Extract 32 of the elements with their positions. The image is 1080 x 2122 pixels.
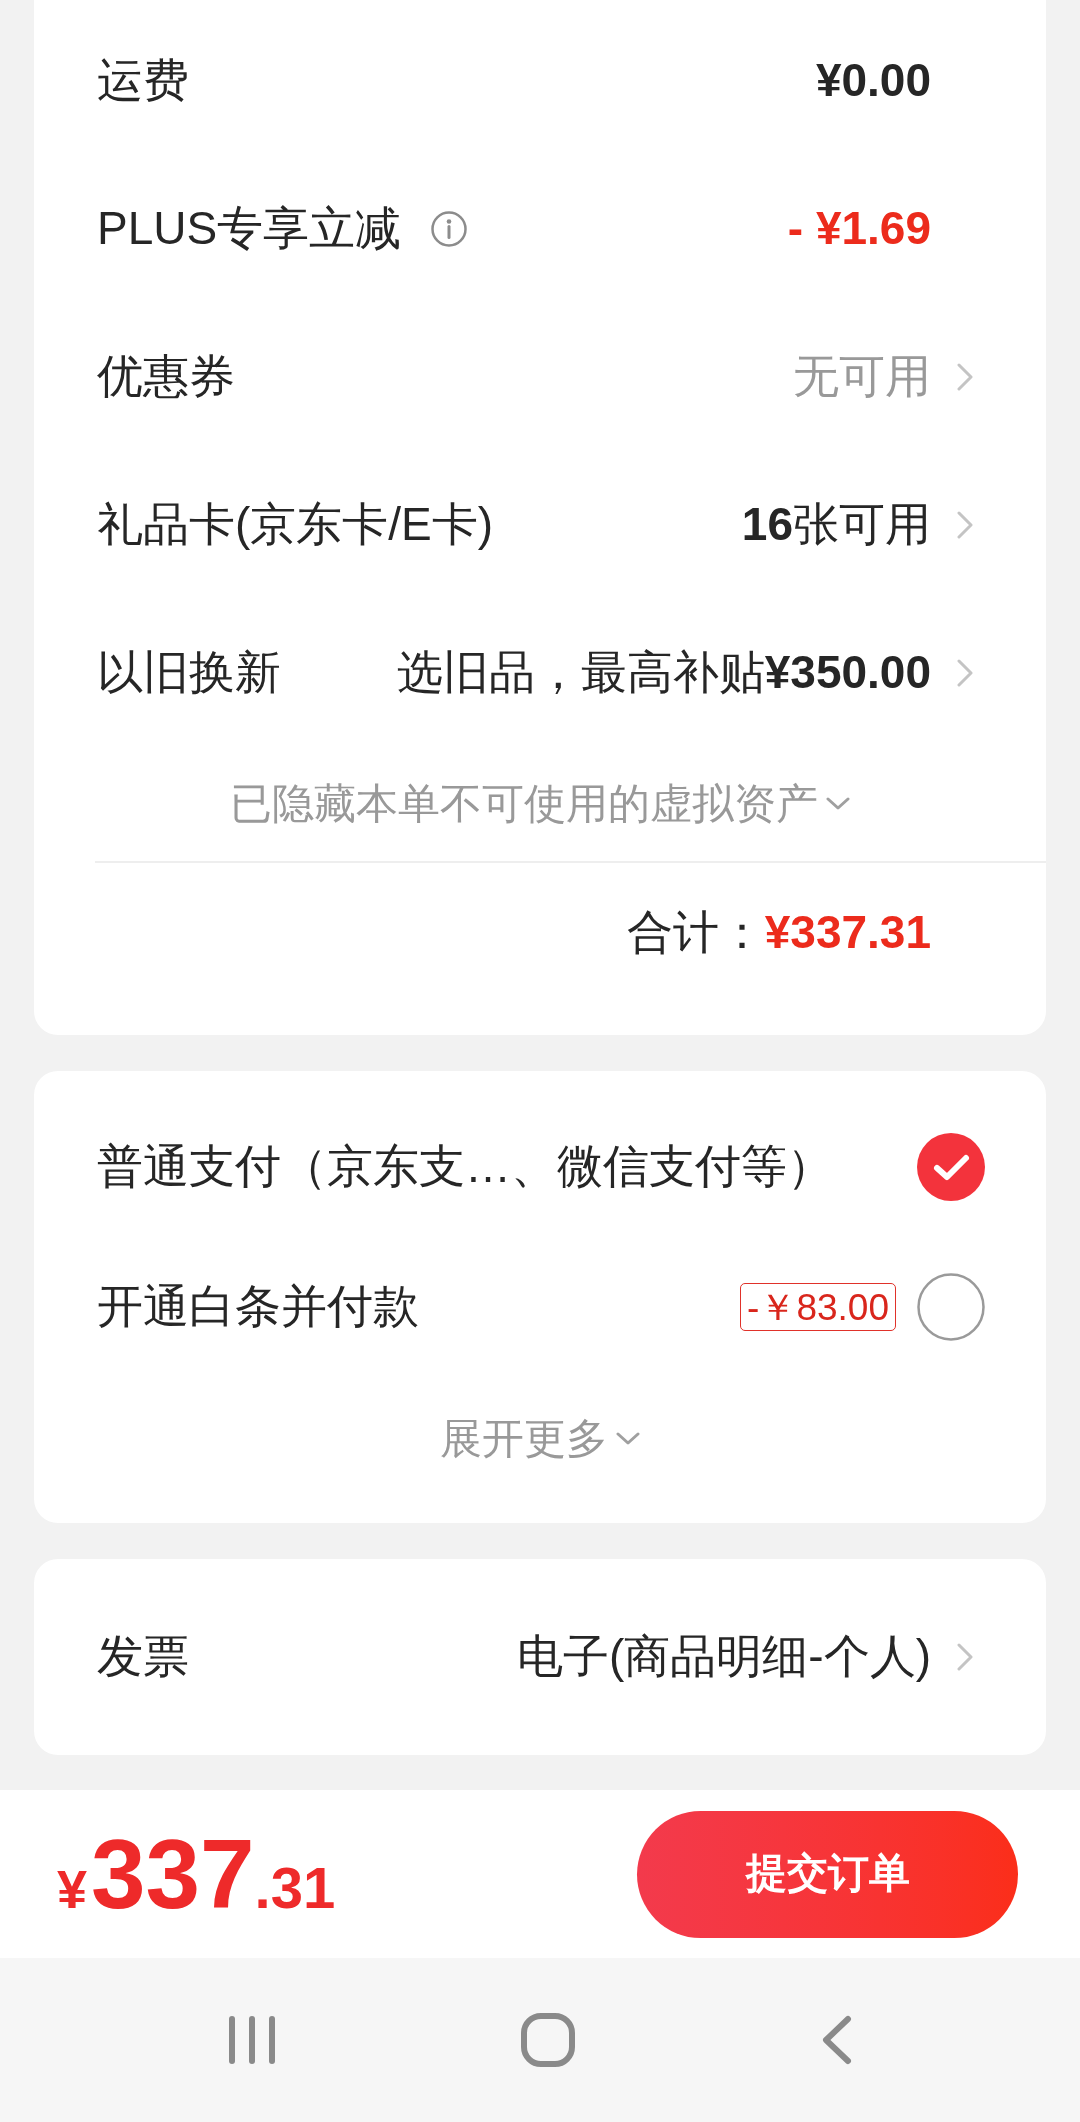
chevron-right-icon[interactable] <box>957 363 973 391</box>
submit-order-button[interactable]: 提交订单 <box>637 1810 1018 1938</box>
payment-option-label[interactable]: 普通支付（京东支…、微信支付等） <box>97 1139 833 1195</box>
chevron-down-icon[interactable] <box>616 1432 640 1446</box>
info-icon[interactable] <box>431 211 468 247</box>
row-value: - ¥1.69 <box>787 201 931 257</box>
row-value: ¥0.00 <box>815 53 931 109</box>
chevron-down-icon[interactable] <box>826 797 850 811</box>
total-label: 合计： <box>626 905 765 961</box>
row-value: 16张可用 <box>741 497 931 553</box>
home-icon[interactable] <box>520 2013 575 2067</box>
row-label: 发票 <box>97 1629 189 1685</box>
back-icon[interactable] <box>820 2015 852 2065</box>
recent-apps-icon[interactable] <box>228 2016 275 2064</box>
total-price: ¥337.31 <box>57 1825 336 1923</box>
row-value: 无可用 <box>793 349 931 405</box>
chevron-right-icon[interactable] <box>957 511 973 539</box>
total-amount: ¥337.31 <box>764 905 931 961</box>
chevron-right-icon[interactable] <box>957 1643 973 1671</box>
radio-button[interactable] <box>917 1273 985 1341</box>
row-label: 运费 <box>97 53 189 109</box>
chevron-right-icon[interactable] <box>957 659 973 687</box>
hidden-assets-note: 已隐藏本单不可使用的虚拟资产 <box>230 778 818 829</box>
row-value: 选旧品，最高补贴¥350.00 <box>396 645 931 701</box>
row-label: 礼品卡(京东卡/E卡) <box>97 497 494 553</box>
row-label: 优惠券 <box>97 349 235 405</box>
radio-button[interactable] <box>917 1133 985 1201</box>
row-label: PLUS专享立减 <box>97 201 402 257</box>
row-value: 电子(商品明细-个人) <box>517 1629 931 1685</box>
payment-option-label[interactable]: 开通白条并付款 <box>97 1279 419 1335</box>
row-label: 以旧换新 <box>97 645 281 701</box>
discount-tag: -￥83.00 <box>740 1283 896 1331</box>
